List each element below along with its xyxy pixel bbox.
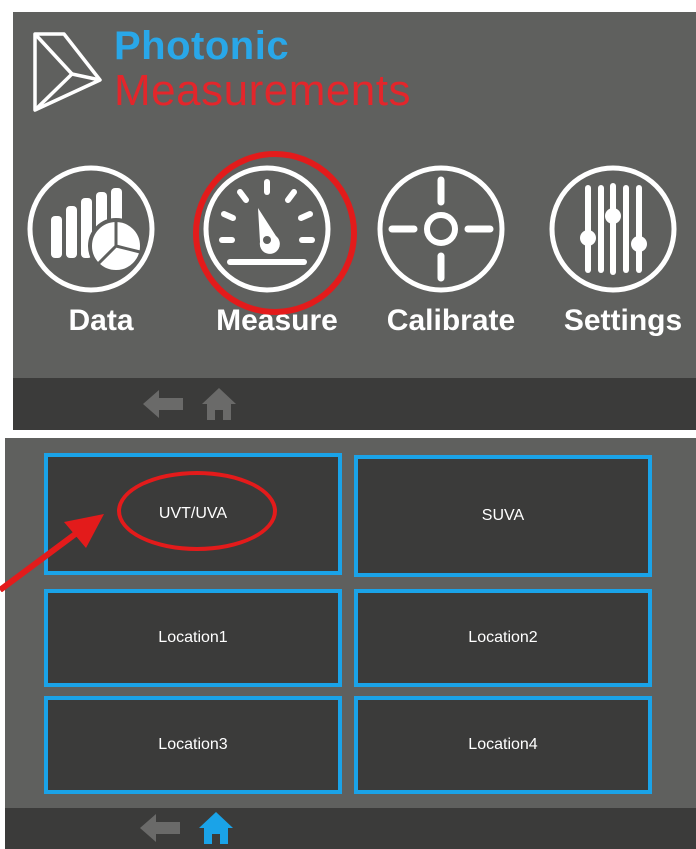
gauge-icon (203, 165, 331, 293)
measure-menu-screen: UVT/UVA SUVA Location1 Location2 Locatio… (5, 438, 696, 849)
location4-label: Location4 (468, 736, 538, 753)
page: Photonic Measurements Data Measure Calib… (0, 0, 696, 849)
bottom-nav-bar (5, 808, 696, 849)
photonic-logo-mark-icon (33, 32, 102, 112)
home-icon[interactable] (197, 810, 235, 846)
location2-tile[interactable]: Location2 (354, 589, 652, 687)
location4-tile[interactable]: Location4 (354, 696, 652, 794)
sliders-icon (549, 165, 677, 293)
menu-settings-label: Settings (563, 304, 683, 337)
suva-label: SUVA (481, 507, 525, 524)
data-chart-icon (27, 165, 155, 293)
location3-label: Location3 (158, 736, 228, 753)
back-arrow-icon[interactable] (141, 388, 185, 420)
menu-measure-button[interactable]: Measure (202, 164, 352, 344)
location2-label: Location2 (468, 629, 538, 646)
annotation-arrow-icon (0, 514, 104, 592)
brand-name-line1: Photonic (114, 24, 290, 68)
brand-name-line2: Measurements (114, 66, 412, 115)
brand-logo: Photonic Measurements (32, 24, 472, 128)
location3-tile[interactable]: Location3 (44, 696, 342, 794)
suva-tile[interactable]: SUVA (354, 455, 652, 577)
location1-label: Location1 (158, 629, 228, 646)
crosshair-icon (377, 165, 505, 293)
back-arrow-icon[interactable] (138, 812, 182, 844)
location1-tile[interactable]: Location1 (44, 589, 342, 687)
menu-data-button[interactable]: Data (26, 164, 176, 344)
uvt-uva-label: UVT/UVA (158, 505, 228, 522)
main-menu-screen: Photonic Measurements Data Measure Calib… (13, 12, 696, 430)
menu-calibrate-button[interactable]: Calibrate (376, 164, 526, 344)
bottom-nav-bar (13, 378, 696, 430)
menu-settings-button[interactable]: Settings (548, 164, 696, 344)
home-icon[interactable] (200, 386, 238, 422)
